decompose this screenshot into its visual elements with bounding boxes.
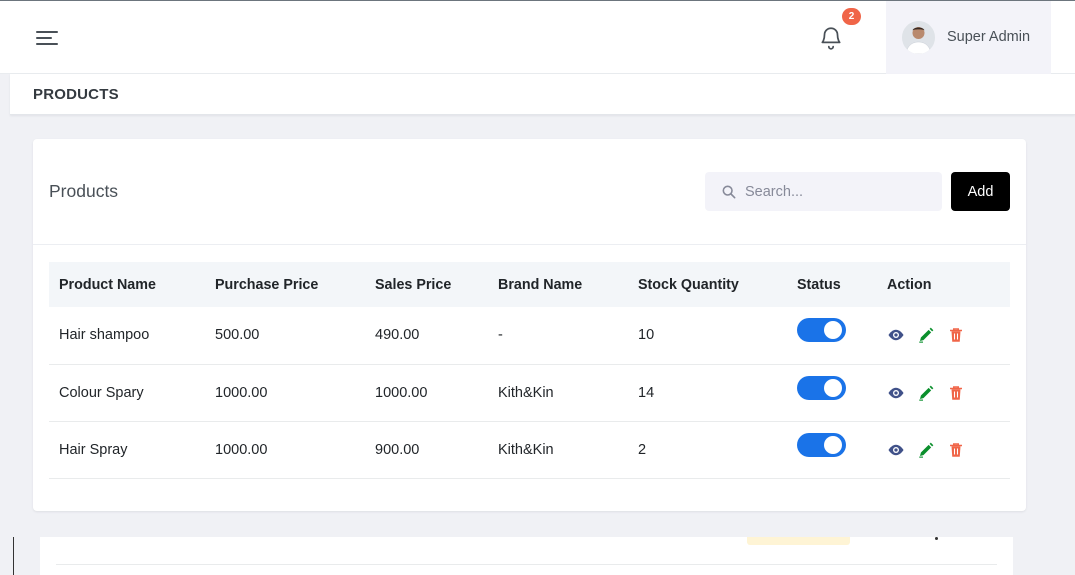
pencil-icon[interactable]	[917, 441, 935, 459]
bell-icon[interactable]	[818, 25, 844, 51]
status-toggle[interactable]	[797, 318, 846, 343]
cell-brand-name: Kith&Kin	[498, 384, 554, 401]
cell-purchase-price: 1000.00	[215, 441, 268, 458]
cell-status	[787, 364, 877, 421]
cell-stock-quantity: 2	[638, 441, 647, 458]
eye-icon[interactable]	[887, 441, 905, 459]
user-name: Super Admin	[947, 29, 1031, 45]
notification-badge: 2	[842, 8, 861, 25]
search-box	[705, 172, 942, 211]
column-header-stock-quantity: Stock Quantity	[638, 276, 739, 293]
card-header: Products Add	[33, 139, 1026, 245]
toggle-knob	[824, 435, 842, 454]
add-button[interactable]: Add	[951, 172, 1010, 211]
menu-dot	[935, 537, 938, 540]
table-row: Colour Spary 1000.00 1000.00 Kith&Kin 14	[49, 364, 1010, 421]
cell-action	[877, 307, 1010, 364]
column-header-purchase-price: Purchase Price	[215, 276, 319, 293]
row-actions	[887, 441, 1010, 459]
trash-icon[interactable]	[947, 441, 965, 459]
column-header-brand-name: Brand Name	[498, 276, 583, 293]
toggle-knob	[824, 321, 842, 340]
toggle-knob	[824, 378, 842, 397]
search-input[interactable]	[745, 172, 935, 211]
cell-purchase-price: 1000.00	[215, 384, 268, 401]
lower-card	[40, 537, 1013, 575]
avatar	[902, 21, 935, 54]
search-icon	[722, 185, 736, 199]
eye-icon[interactable]	[887, 384, 905, 402]
cell-action	[877, 421, 1010, 478]
pencil-icon[interactable]	[917, 384, 935, 402]
cell-stock-quantity: 14	[638, 384, 655, 401]
column-header-action: Action	[887, 276, 932, 293]
table-row: Hair Spray 1000.00 900.00 Kith&Kin 2	[49, 421, 1010, 478]
cell-purchase-price: 500.00	[215, 327, 260, 344]
cell-status	[787, 421, 877, 478]
table-row: Hair shampoo 500.00 490.00 - 10	[49, 307, 1010, 364]
cell-sales-price: 1000.00	[375, 384, 428, 401]
status-toggle[interactable]	[797, 375, 846, 400]
left-divider	[13, 537, 14, 575]
cell-brand-name: Kith&Kin	[498, 441, 554, 458]
status-toggle[interactable]	[797, 432, 846, 457]
products-table-wrapper: Product Name Purchase Price Sales Price …	[49, 262, 1010, 479]
cell-action	[877, 364, 1010, 421]
cell-status	[787, 307, 877, 364]
user-profile-menu[interactable]: Super Admin	[886, 1, 1051, 74]
page-title-bar: PRODUCTS	[10, 74, 1075, 115]
column-header-status: Status	[797, 276, 841, 293]
trash-icon[interactable]	[947, 326, 965, 344]
cell-sales-price: 900.00	[375, 441, 420, 458]
row-actions	[887, 384, 1010, 402]
cell-stock-quantity: 10	[638, 327, 655, 344]
column-header-product-name: Product Name	[59, 276, 156, 293]
pencil-icon[interactable]	[917, 326, 935, 344]
card-title: Products	[49, 181, 119, 201]
top-bar: 2 Super Admin	[0, 0, 1075, 74]
products-table: Product Name Purchase Price Sales Price …	[49, 262, 1010, 479]
row-actions	[887, 326, 1010, 344]
page-title: PRODUCTS	[33, 86, 119, 103]
column-header-sales-price: Sales Price	[375, 276, 452, 293]
cell-product-name: Colour Spary	[59, 384, 144, 401]
cell-product-name: Hair Spray	[59, 441, 128, 458]
table-header-row: Product Name Purchase Price Sales Price …	[49, 262, 1010, 307]
cell-brand-name: -	[498, 327, 503, 344]
status-badge	[747, 537, 850, 545]
cell-product-name: Hair shampoo	[59, 327, 150, 344]
divider	[56, 564, 997, 565]
cell-sales-price: 490.00	[375, 327, 420, 344]
eye-icon[interactable]	[887, 326, 905, 344]
trash-icon[interactable]	[947, 384, 965, 402]
hamburger-icon[interactable]	[36, 28, 60, 48]
products-card: Products Add Product Name Purchase Price…	[33, 139, 1026, 511]
